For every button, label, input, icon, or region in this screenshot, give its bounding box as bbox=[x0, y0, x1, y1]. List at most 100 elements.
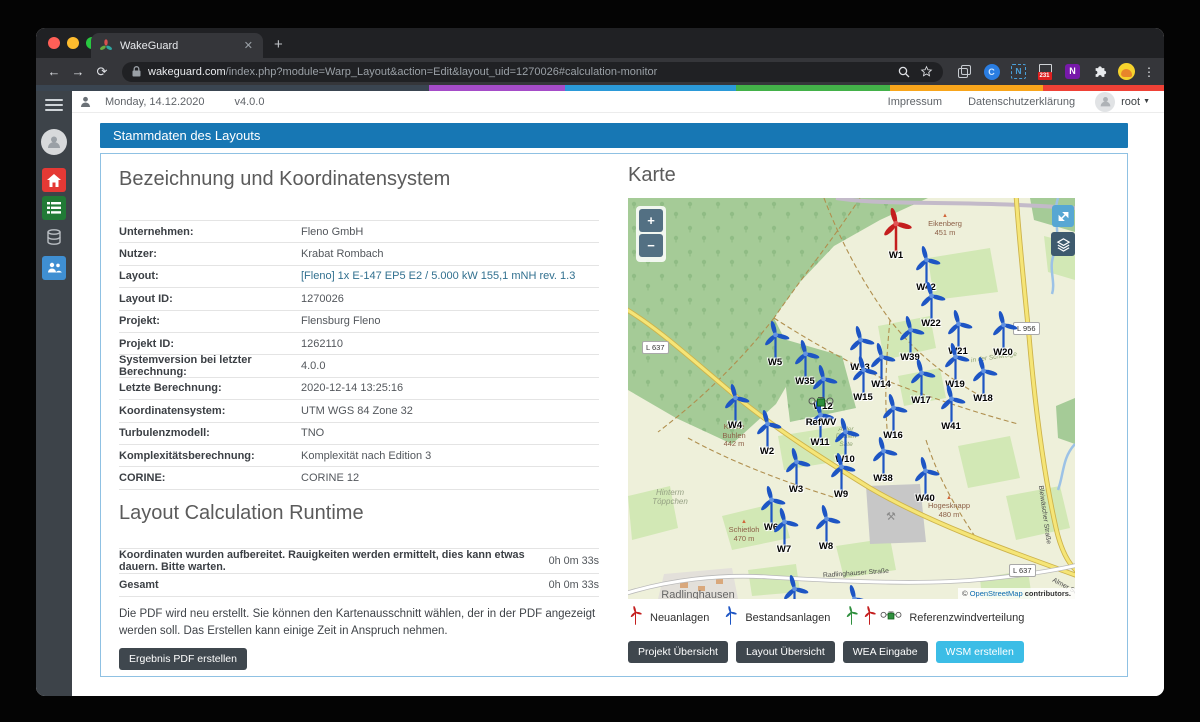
zoom-out-button[interactable]: − bbox=[639, 234, 663, 257]
ref-wind-marker[interactable] bbox=[808, 394, 834, 417]
header-date: Monday, 14.12.2020 bbox=[105, 96, 204, 108]
info-row-label: CORINE: bbox=[119, 472, 301, 484]
tab-close-icon[interactable]: ✕ bbox=[242, 39, 255, 52]
header-version: v4.0.0 bbox=[234, 96, 264, 108]
extension-cast-icon[interactable]: 231 bbox=[1034, 62, 1057, 82]
info-row: CORINE:CORINE 12 bbox=[119, 466, 599, 488]
turbine-partial[interactable] bbox=[778, 575, 811, 599]
legend-label: Referenzwindverteilung bbox=[909, 612, 1024, 624]
reload-icon[interactable]: ⟳ bbox=[92, 64, 112, 80]
pdf-note: Die PDF wird neu erstellt. Sie können de… bbox=[119, 606, 597, 639]
zoom-in-button[interactable]: + bbox=[639, 209, 663, 232]
browser-tabstrip: WakeGuard ✕ + bbox=[36, 28, 1164, 58]
legend-new-icon bbox=[628, 606, 643, 630]
legend-new-icon bbox=[862, 606, 877, 630]
sidebar-users-button[interactable] bbox=[42, 256, 66, 280]
cast-badge: 231 bbox=[1038, 72, 1052, 80]
extension-c-icon[interactable]: C bbox=[980, 62, 1003, 82]
info-row-value: Krabat Rombach bbox=[301, 248, 384, 260]
info-row: Layout ID:1270026 bbox=[119, 287, 599, 309]
legend-label: Bestandsanlagen bbox=[745, 612, 830, 624]
info-row-value: 2020-12-14 13:25:16 bbox=[301, 382, 403, 394]
tab-title: WakeGuard bbox=[120, 40, 242, 52]
caret-down-icon[interactable]: ▼ bbox=[1143, 98, 1150, 105]
legend-label: Neuanlagen bbox=[650, 612, 709, 624]
sidebar-projects-button[interactable] bbox=[42, 196, 66, 220]
impressum-link[interactable]: Impressum bbox=[888, 96, 942, 108]
map-layers-button[interactable] bbox=[1051, 232, 1075, 256]
new-tab-button[interactable]: + bbox=[274, 34, 283, 56]
turbine-label-W40: W40 bbox=[893, 493, 957, 504]
sidebar-user-avatar[interactable] bbox=[41, 129, 67, 155]
info-row-value: UTM WGS 84 Zone 32 bbox=[301, 405, 413, 417]
info-row-label: Turbulenzmodell: bbox=[119, 427, 301, 439]
wakeguard-favicon bbox=[99, 39, 113, 53]
sidebar-home-button[interactable] bbox=[42, 168, 66, 192]
lock-icon bbox=[132, 66, 141, 77]
tab-groups-icon[interactable] bbox=[953, 62, 976, 82]
runtime-row-label: Gesamt bbox=[119, 579, 549, 591]
runtime-row: Gesamt0h 0m 33s bbox=[119, 573, 599, 596]
create-pdf-button[interactable]: Ergebnis PDF erstellen bbox=[119, 648, 247, 670]
wsm-erstellen-button[interactable]: WSM erstellen bbox=[936, 641, 1024, 663]
macos-close-button[interactable] bbox=[48, 37, 60, 49]
runtime-row-value: 0h 0m 33s bbox=[549, 579, 599, 591]
legend-ref-icon bbox=[844, 606, 859, 630]
info-row-value: Fleno GmbH bbox=[301, 226, 363, 238]
info-row: Letzte Berechnung:2020-12-14 13:25:16 bbox=[119, 377, 599, 399]
turbine-label-W9: W9 bbox=[809, 489, 873, 500]
map-turbines-layer: W1 W42 W22 W21 W20 bbox=[628, 198, 1075, 599]
info-row: Koordinatensystem:UTM WGS 84 Zone 32 bbox=[119, 399, 599, 421]
hamburger-menu-icon[interactable] bbox=[45, 99, 63, 114]
forward-icon[interactable]: → bbox=[68, 64, 88, 79]
map-canvas[interactable]: ⚒ bbox=[628, 198, 1075, 599]
extensions-puzzle-icon[interactable] bbox=[1088, 62, 1111, 82]
extension-n-dashed-icon[interactable]: N bbox=[1007, 62, 1030, 82]
map-zoom-control: + − bbox=[636, 206, 666, 262]
osm-link[interactable]: OpenStreetMap bbox=[970, 589, 1023, 598]
datenschutz-link[interactable]: Datenschutzerklärung bbox=[968, 96, 1075, 108]
browser-tab[interactable]: WakeGuard ✕ bbox=[91, 33, 263, 58]
info-row-label: Nutzer: bbox=[119, 248, 301, 260]
user-menu[interactable]: root bbox=[1121, 96, 1140, 108]
layout-bersicht-button[interactable]: Layout Übersicht bbox=[736, 641, 835, 663]
macos-minimize-button[interactable] bbox=[67, 37, 79, 49]
app-header: Monday, 14.12.2020 v4.0.0 Impressum Date… bbox=[72, 91, 1164, 113]
projekt-bersicht-button[interactable]: Projekt Übersicht bbox=[628, 641, 728, 663]
info-row-label: Unternehmen: bbox=[119, 226, 301, 238]
fullscreen-button[interactable] bbox=[1052, 205, 1074, 227]
info-row-value[interactable]: [Fleno] 1x E-147 EP5 E2 / 5.000 kW 155,1… bbox=[301, 270, 575, 282]
info-row-label: Letzte Berechnung: bbox=[119, 382, 301, 394]
url-path: /index.php?module=Warp_Layout&action=Edi… bbox=[226, 66, 892, 78]
turbine-label-W38: W38 bbox=[851, 473, 915, 484]
turbine-partial[interactable] bbox=[838, 585, 871, 599]
profile-avatar-icon[interactable] bbox=[1115, 62, 1138, 82]
turbine-label-W41: W41 bbox=[919, 421, 983, 432]
info-row-label: Systemversion bei letzter Berechnung: bbox=[119, 354, 301, 378]
url-host: wakeguard.com bbox=[148, 66, 226, 78]
header-avatar[interactable] bbox=[1095, 92, 1115, 112]
legend-existing-icon bbox=[723, 606, 738, 630]
chrome-menu-icon[interactable]: ⋮ bbox=[1142, 65, 1156, 79]
sidebar-database-icon[interactable] bbox=[42, 226, 66, 250]
browser-window: WakeGuard ✕ + ← → ⟳ wakeguard.com /index… bbox=[36, 28, 1164, 696]
info-row: Layout:[Fleno] 1x E-147 EP5 E2 / 5.000 k… bbox=[119, 265, 599, 287]
zoom-page-icon[interactable] bbox=[898, 66, 910, 78]
extension-onenote-icon[interactable]: N bbox=[1061, 62, 1084, 82]
info-row-value: 1270026 bbox=[301, 293, 344, 305]
url-bar[interactable]: wakeguard.com /index.php?module=Warp_Lay… bbox=[122, 62, 943, 82]
back-icon[interactable]: ← bbox=[44, 64, 64, 79]
runtime-row: Koordinaten wurden aufbereitet. Rauigkei… bbox=[119, 548, 599, 573]
map-heading: Karte bbox=[628, 164, 676, 187]
ref-wind-label: RefWV bbox=[789, 417, 853, 428]
user-icon bbox=[80, 96, 91, 108]
wea-eingabe-button[interactable]: WEA Eingabe bbox=[843, 641, 928, 663]
layout-card: Bezeichnung und Koordinatensystem Untern… bbox=[100, 153, 1128, 677]
info-row-label: Projekt ID: bbox=[119, 338, 301, 350]
bookmark-star-icon[interactable] bbox=[920, 65, 933, 78]
panel-title: Stammdaten des Layouts bbox=[100, 123, 1128, 148]
map-legend: Neuanlagen Bestandsanlagen Referenzwin bbox=[628, 606, 1088, 630]
info-row-value: 4.0.0 bbox=[301, 360, 325, 372]
info-row-label: Layout ID: bbox=[119, 293, 301, 305]
info-row-value: TNO bbox=[301, 427, 324, 439]
